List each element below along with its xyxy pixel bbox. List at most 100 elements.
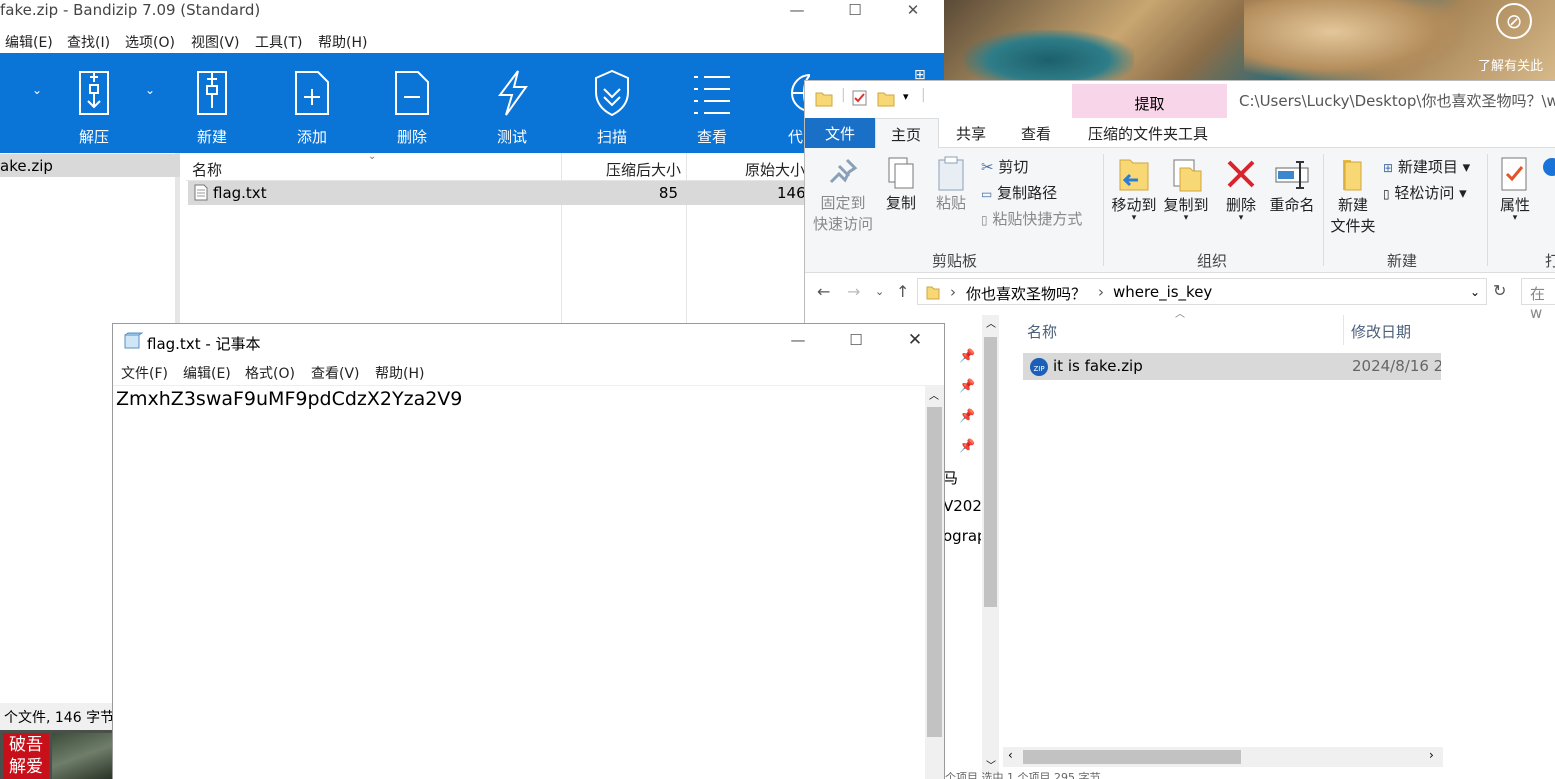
table-row[interactable]: flag.txt 85 146 xyxy=(188,181,808,205)
taskbar-thumbnail[interactable] xyxy=(52,733,112,779)
scroll-left-icon[interactable]: ‹ xyxy=(1008,748,1013,762)
tab-view[interactable]: 查看 xyxy=(1021,123,1051,144)
delete-file-button[interactable]: 删除 ▾ xyxy=(1221,156,1261,223)
pin-icon[interactable]: 📌 xyxy=(959,349,975,364)
column-compressed[interactable]: 压缩后大小 xyxy=(606,159,681,180)
archive-tree-item[interactable]: ake.zip xyxy=(0,154,180,177)
easy-access-button[interactable]: ▯ 轻松访问 ▾ xyxy=(1383,182,1467,203)
search-input[interactable]: 在 w xyxy=(1521,278,1555,322)
rename-button[interactable]: 重命名 xyxy=(1265,156,1319,215)
tab-home[interactable]: 主页 xyxy=(875,118,939,149)
copy-to-button[interactable]: 复制到 ▾ xyxy=(1161,156,1211,223)
scan-button[interactable]: 扫描 xyxy=(572,53,652,153)
horizontal-scroll-thumb[interactable] xyxy=(1023,750,1241,764)
new-folder-button[interactable]: 新建 文件夹 xyxy=(1327,156,1379,236)
menu-view[interactable]: 视图(V) xyxy=(191,32,240,52)
column-original[interactable]: 原始大小 xyxy=(745,159,805,180)
add-label: 添加 xyxy=(296,128,327,146)
delete-button[interactable]: 删除 xyxy=(372,53,452,153)
address-box[interactable]: › 你也喜欢圣物吗？ › where_is_key ⌄ xyxy=(917,278,1487,305)
close-button[interactable]: ✕ xyxy=(892,330,938,354)
menu-help[interactable]: 帮助(H) xyxy=(318,32,367,52)
menu-tools[interactable]: 工具(T) xyxy=(255,32,302,52)
nav-scroll-thumb[interactable] xyxy=(984,337,997,607)
breadcrumb-folder[interactable]: 你也喜欢圣物吗？ xyxy=(966,283,1086,304)
add-button[interactable]: 添加 xyxy=(272,53,352,153)
tab-compressed-tools[interactable]: 压缩的文件夹工具 xyxy=(1088,123,1208,144)
new-archive-button[interactable]: 新建 xyxy=(172,53,252,153)
menu-find[interactable]: 查找(I) xyxy=(67,32,110,52)
table-row[interactable]: ZIP it is fake.zip 2024/8/16 2 xyxy=(1023,353,1441,380)
menu-edit[interactable]: 编辑(E) xyxy=(5,32,53,52)
view-button[interactable]: 查看 xyxy=(672,53,752,153)
properties-check-icon[interactable] xyxy=(851,89,869,107)
menu-edit[interactable]: 编辑(E) xyxy=(183,363,231,383)
extract-button[interactable]: 解压 xyxy=(54,53,134,153)
minimize-button[interactable]: — xyxy=(775,330,821,354)
new-folder-icon[interactable] xyxy=(877,89,895,107)
cut-button[interactable]: ✂ 剪切 xyxy=(981,156,1028,177)
menu-options[interactable]: 选项(O) xyxy=(125,32,175,52)
notepad-title: flag.txt - 记事本 xyxy=(147,335,261,353)
move-to-button[interactable]: 移动到 ▾ xyxy=(1109,156,1159,223)
nav-scrollbar[interactable]: ︿ ﹀ xyxy=(982,315,999,775)
close-button[interactable]: ✕ xyxy=(890,0,936,24)
nav-item[interactable]: V202 xyxy=(943,497,981,515)
back-arrow-icon[interactable]: ← xyxy=(817,282,830,301)
paste-button[interactable]: 粘贴 xyxy=(929,156,973,213)
notepad-text-area[interactable] xyxy=(113,385,925,779)
copy-path-button[interactable]: ▭ 复制路径 xyxy=(981,182,1057,203)
pin-icon[interactable]: 📌 xyxy=(959,439,975,454)
copy-button[interactable]: 复制 xyxy=(881,156,921,213)
recent-dropdown-icon[interactable]: ⌄ xyxy=(875,285,884,298)
menu-format[interactable]: 格式(O) xyxy=(245,363,295,383)
menu-view[interactable]: 查看(V) xyxy=(311,363,360,383)
scroll-right-icon[interactable]: › xyxy=(1429,748,1434,762)
test-button[interactable]: 测试 xyxy=(472,53,552,153)
spotlight-camera-icon[interactable]: ⊘ xyxy=(1496,3,1532,39)
horizontal-scrollbar[interactable]: ‹ › xyxy=(1003,747,1443,767)
app-seal-logo[interactable]: 破吾 解爱 xyxy=(3,733,49,779)
refresh-icon[interactable]: ↻ xyxy=(1493,281,1506,300)
spotlight-notice[interactable]: 了解有关此 xyxy=(1478,55,1543,74)
column-modified[interactable]: 修改日期 xyxy=(1351,321,1411,342)
minimize-button[interactable]: — xyxy=(774,0,820,24)
scroll-up-icon[interactable]: ︿ xyxy=(986,315,996,330)
paste-shortcut-button[interactable]: ▯ 粘贴快捷方式 xyxy=(981,208,1082,229)
notepad-scroll-thumb[interactable] xyxy=(927,407,942,737)
column-name[interactable]: 名称 xyxy=(192,159,222,180)
menu-file[interactable]: 文件(F) xyxy=(121,363,168,383)
notepad-vertical-scrollbar[interactable]: ︿ xyxy=(925,385,944,779)
maximize-button[interactable]: ☐ xyxy=(832,0,878,24)
extract-dropdown-icon[interactable]: ⌄ xyxy=(145,83,155,97)
notepad-icon xyxy=(124,332,143,349)
pin-icon[interactable]: 📌 xyxy=(959,409,975,424)
up-arrow-icon[interactable]: ↑ xyxy=(896,282,909,301)
maximize-button[interactable]: ☐ xyxy=(833,330,879,354)
menu-help[interactable]: 帮助(H) xyxy=(375,363,424,383)
properties-button[interactable]: 属性 ▾ xyxy=(1493,156,1537,223)
pin-icon[interactable]: 📌 xyxy=(959,379,975,394)
scroll-up-icon[interactable]: ︿ xyxy=(929,387,939,402)
breadcrumb-current[interactable]: where_is_key xyxy=(1113,283,1212,301)
forward-arrow-icon[interactable]: → xyxy=(847,282,860,301)
address-dropdown-icon[interactable]: ⌄ xyxy=(1470,285,1480,299)
tab-file[interactable]: 文件 xyxy=(805,118,875,148)
column-name[interactable]: 名称 xyxy=(1027,321,1057,342)
new-item-button[interactable]: ⊞ 新建项目 ▾ xyxy=(1383,156,1470,177)
file-compressed-size: 85 xyxy=(658,184,678,202)
open-dropdown-icon[interactable]: ⌄ xyxy=(32,83,42,97)
tab-share[interactable]: 共享 xyxy=(956,123,986,144)
open-group-label: 打 xyxy=(1545,252,1555,270)
nav-item[interactable]: 马 xyxy=(943,467,981,488)
paste-label: 粘贴 xyxy=(935,194,966,212)
open-group-icons[interactable] xyxy=(1543,158,1555,238)
context-tab-extract[interactable]: 提取 xyxy=(1072,84,1227,118)
pin-quick-access-button[interactable]: 固定到 快速访问 xyxy=(813,156,873,234)
nav-item[interactable]: ograp xyxy=(943,527,981,545)
qat-dropdown-icon[interactable]: ▾ xyxy=(903,90,909,103)
paste-icon xyxy=(938,156,964,191)
copy-to-label: 复制到 xyxy=(1163,196,1209,214)
notepad-content[interactable]: ZmxhZ3swaF9uMF9pdCdzX2Yza2V9 xyxy=(116,388,462,410)
folder-icon[interactable] xyxy=(815,89,833,107)
